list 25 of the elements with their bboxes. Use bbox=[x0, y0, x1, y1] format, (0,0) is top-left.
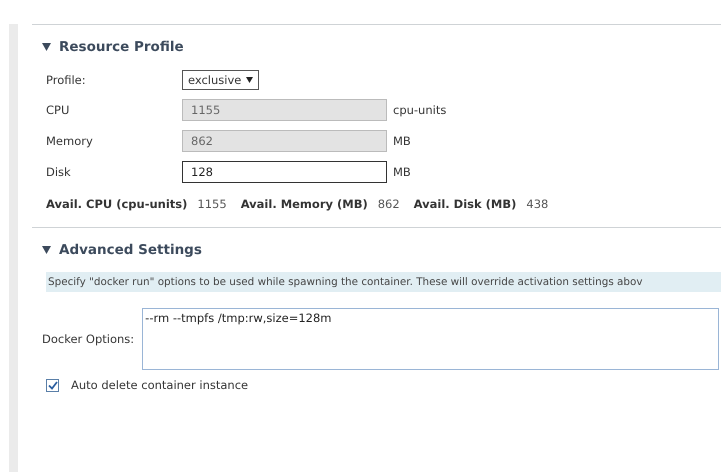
checkbox[interactable] bbox=[46, 378, 59, 392]
field-label: Disk bbox=[46, 165, 72, 179]
checkbox-label: Auto delete container instance bbox=[71, 378, 248, 392]
stat-label: Avail. CPU (cpu-units) bbox=[46, 197, 188, 211]
profile-dropdown[interactable]: exclusive bbox=[182, 70, 260, 90]
docker-options-field[interactable]: --rm --tmpfs /tmp:rw,size=128m bbox=[142, 308, 719, 370]
unit-label: cpu-units bbox=[393, 103, 448, 117]
info-banner: Specify "docker run" options to be used while spawning the container. These will override activation settings abov bbox=[46, 272, 721, 292]
collapse-icon[interactable] bbox=[42, 43, 51, 51]
field-label: Docker Options: bbox=[42, 332, 134, 346]
input-field[interactable]: 128 bbox=[182, 161, 387, 183]
stat-label: Avail. Memory (MB) bbox=[240, 197, 368, 211]
stat-label: Avail. Disk (MB) bbox=[414, 197, 516, 211]
section-title: Resource Profile bbox=[59, 39, 184, 55]
unit-label: MB bbox=[393, 165, 412, 179]
section-title: Advanced Settings bbox=[59, 242, 202, 258]
unit-label: MB bbox=[393, 134, 412, 148]
field-label: Memory bbox=[46, 134, 94, 148]
field-label: Profile: bbox=[46, 73, 87, 87]
stat-value: 1155 bbox=[197, 197, 227, 211]
collapse-icon[interactable] bbox=[42, 246, 51, 254]
caret-icon bbox=[246, 77, 254, 83]
stat-value: 438 bbox=[526, 197, 548, 211]
field-label: CPU bbox=[46, 103, 70, 117]
stat-value: 862 bbox=[378, 197, 400, 211]
